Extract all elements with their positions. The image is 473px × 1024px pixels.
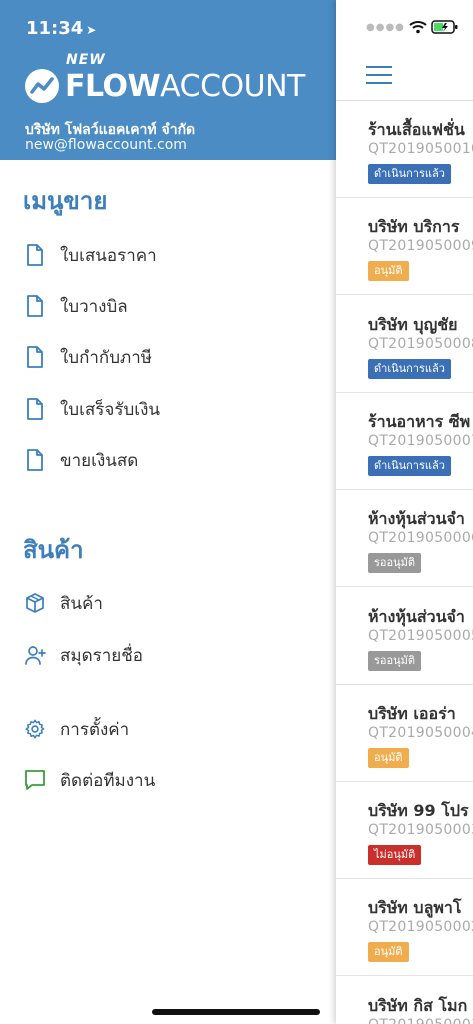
quotation-list-panel: ●●●● ร้านเสื้อแฟชั่น QT2019050010 ดำเนินกา… — [336, 0, 473, 1024]
document-icon — [24, 243, 46, 267]
document-number: QT2019050003 — [368, 822, 473, 839]
chat-icon — [24, 768, 46, 792]
status-badge: ไม่อนุมัติ — [368, 845, 422, 866]
document-icon — [24, 448, 46, 472]
status-badge: รออนุมัติ — [368, 553, 422, 574]
menu-item-label: สินค้า — [60, 593, 103, 614]
menu-item-tax-invoice[interactable]: ใบกำกับภาษี — [24, 344, 152, 370]
document-number: QT2019050005 — [368, 627, 473, 644]
menu-item-settings[interactable]: การตั้งค่า — [24, 716, 129, 742]
customer-name: บริษัท บริการ — [368, 217, 460, 237]
menu-item-label: ใบเสนอราคา — [60, 245, 157, 266]
wifi-icon — [409, 21, 427, 34]
menu-item-label: สมุดรายชื่อ — [60, 645, 144, 666]
customer-name: บริษัท เออร่า — [368, 703, 456, 723]
status-badge: ดำเนินการแล้ว — [368, 358, 451, 379]
battery-icon — [431, 20, 458, 34]
document-number: QT2019050009 — [368, 238, 473, 255]
quotation-row[interactable]: บริษัท บลูพาโ QT2019050002 อนุมัติ — [336, 879, 473, 977]
user-email: new@flowaccount.com — [25, 137, 187, 153]
side-menu: 11:34 ➤ NEW FLOWACCOUNT บริษัท โฟลว์แอคเค… — [0, 0, 336, 1024]
logo-rest-part: ACCOUNT — [160, 69, 305, 104]
home-indicator[interactable] — [152, 1009, 320, 1015]
document-number: QT2019050002 — [368, 919, 473, 936]
add-user-icon — [24, 643, 46, 667]
document-number: QT2019050006 — [368, 530, 473, 547]
document-number: QT2019050008 — [368, 335, 473, 352]
customer-name: บริษัท กิส โมก — [368, 995, 468, 1015]
logo-bold-part: FLOW — [65, 69, 161, 104]
menu-item-label: การตั้งค่า — [60, 719, 130, 740]
menu-item-label: ใบเสร็จรับเงิน — [60, 399, 161, 420]
document-number: QT2019050001 — [368, 1017, 473, 1024]
quotation-row[interactable]: บริษัท บุญชัย QT2019050008 ดำเนินการแล้ว — [336, 296, 473, 393]
menu-item-label: ขายเงินสด — [60, 450, 139, 471]
menu-item-receipt[interactable]: ใบเสร็จรับเงิน — [24, 396, 160, 422]
document-icon — [24, 397, 46, 421]
status-bar-right: ●●●● — [366, 20, 459, 34]
logo-wordmark: FLOWACCOUNT — [65, 69, 305, 104]
clock-text: 11:34 — [26, 18, 84, 39]
status-bar-time: 11:34 ➤ — [26, 18, 96, 39]
customer-name: ร้านเสื้อแฟชั่น — [368, 120, 465, 139]
customer-name: บริษัท บลูพาโ — [368, 898, 462, 918]
quotation-row[interactable]: ร้านเสื้อแฟชั่น QT2019050010 ดำเนินการแล้ว — [336, 101, 473, 198]
customer-name: ห้างหุ้นส่วนจำ — [368, 606, 465, 626]
menu-item-contacts[interactable]: สมุดรายชื่อ — [24, 642, 143, 668]
status-badge: ดำเนินการแล้ว — [368, 455, 451, 476]
logo-new-label: NEW — [66, 52, 106, 68]
menu-item-quotation[interactable]: ใบเสนอราคา — [24, 242, 157, 268]
document-number: QT2019050010 — [368, 141, 473, 157]
menu-item-label: ใบกำกับภาษี — [60, 347, 152, 368]
gear-icon — [24, 717, 46, 741]
menu-item-label: ติดต่อทีมงาน — [60, 770, 156, 791]
status-badge: รออนุมัติ — [368, 650, 422, 671]
quotation-row[interactable]: ห้างหุ้นส่วนจำ QT2019050005 รออนุมัติ — [336, 588, 473, 685]
status-badge: ดำเนินการแล้ว — [368, 164, 451, 184]
menu-item-label: ใบวางบิล — [60, 296, 128, 317]
document-icon — [24, 294, 46, 318]
quotation-row[interactable]: บริษัท 99 โปร QT2019050003 ไม่อนุมัติ — [336, 782, 473, 880]
document-number: QT2019050004 — [368, 724, 473, 741]
menu-item-contact-team[interactable]: ติดต่อทีมงาน — [24, 767, 155, 793]
quotation-row[interactable]: ห้างหุ้นส่วนจำ QT2019050006 รออนุมัติ — [336, 490, 473, 588]
location-arrow-icon: ➤ — [86, 23, 97, 37]
box-icon — [24, 591, 46, 615]
document-icon — [24, 345, 46, 369]
quotation-row[interactable]: ร้านอาหาร ซีพ QT2019050007 ดำเนินการแล้ว — [336, 393, 473, 490]
menu-item-billing-note[interactable]: ใบวางบิล — [24, 293, 128, 319]
quotation-row[interactable]: บริษัท กิส โมก QT2019050001 — [336, 977, 473, 1024]
status-badge: อนุมัติ — [368, 261, 409, 282]
status-badge: อนุมัติ — [368, 942, 409, 963]
sales-section-title: เมนูขาย — [23, 187, 108, 215]
customer-name: บริษัท 99 โปร — [368, 801, 469, 821]
hamburger-menu-icon[interactable] — [366, 66, 392, 84]
customer-name: บริษัท บุญชัย — [368, 314, 458, 334]
menu-header: 11:34 ➤ NEW FLOWACCOUNT บริษัท โฟลว์แอคเค… — [0, 0, 336, 160]
quotation-row[interactable]: บริษัท บริการ QT2019050009 อนุมัติ — [336, 198, 473, 296]
document-number: QT2019050007 — [368, 432, 473, 449]
menu-item-cash-sale[interactable]: ขายเงินสด — [24, 447, 138, 473]
customer-name: ร้านอาหาร ซีพ — [368, 411, 471, 431]
menu-item-products[interactable]: สินค้า — [24, 590, 103, 616]
products-section-title: สินค้า — [23, 536, 84, 564]
customer-name: ห้างหุ้นส่วนจำ — [368, 509, 465, 529]
quotation-row[interactable]: บริษัท เออร่า QT2019050004 อนุมัติ — [336, 685, 473, 782]
flowaccount-logo-icon — [25, 69, 59, 103]
signal-icon: ●●●● — [366, 21, 405, 33]
status-badge: อนุมัติ — [368, 747, 409, 768]
